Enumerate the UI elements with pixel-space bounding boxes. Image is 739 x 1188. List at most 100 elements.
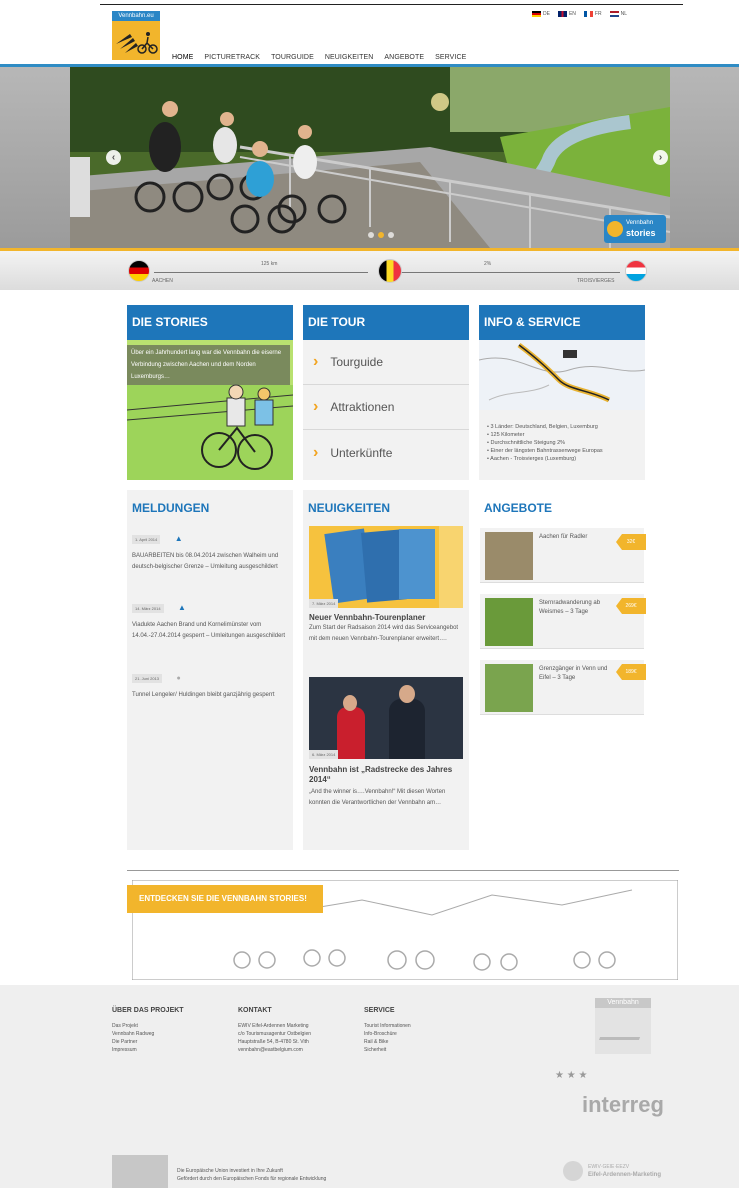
vennbahn-stories-badge[interactable]: Vennbahn stories [604, 215, 666, 243]
language-en[interactable]: EN [557, 11, 576, 17]
route-map[interactable] [478, 340, 646, 410]
meldung-item[interactable]: 14. März 2014 ▲ Viadukte Aachen Brand un… [132, 597, 287, 642]
news-image-award[interactable]: 6. März 2014 [309, 677, 463, 759]
tour-item-unterkuenfte[interactable]: › Unterkünfte [303, 430, 469, 475]
stories-badge-top: Vennbahn [626, 220, 654, 226]
nav-home[interactable]: HOME [172, 54, 193, 61]
tour-item-attraktionen[interactable]: › Attraktionen [303, 385, 469, 430]
stories-badge-bottom: stories [626, 228, 656, 238]
tour-panel: DIE TOUR › Tourguide › Attraktionen › Unter… [303, 305, 469, 480]
footer-link[interactable]: Das Projekt [112, 1022, 184, 1030]
news-headline[interactable]: Neuer Vennbahn-Tourenplaner [309, 613, 464, 622]
nav-service[interactable]: SERVICE [435, 54, 466, 61]
neuigkeiten-title: NEUIGKEITEN [308, 501, 391, 515]
info-bullet: • Aachen - Troisvierges (Luxemburg) [487, 456, 577, 462]
footer-link[interactable]: Impressum [112, 1046, 184, 1054]
news-image-tourenplaner[interactable]: 7. März 2014 [309, 526, 463, 608]
slider-dot[interactable] [388, 232, 394, 238]
warning-icon: ▲ [178, 603, 186, 612]
nl-flag-icon [609, 11, 619, 17]
hero-left-shade [0, 67, 70, 248]
angebot-item[interactable]: Sternradwanderung ab Weismes – 3 Tage 26… [480, 594, 646, 649]
discover-stories-button[interactable]: ENTDECKEN SIE DIE VENNBAHN STORIES! [127, 885, 323, 913]
main-navigation: HOME PICTURETRACK TOURGUIDE NEUIGKEITEN … [172, 54, 466, 61]
belgium-flag-icon [378, 259, 402, 283]
meldung-item[interactable]: 1. April 2014 ▲ BAUARBEITEN bis 08.04.20… [132, 528, 287, 573]
price-tag: 189€ [616, 664, 646, 680]
footer-link[interactable]: Die Partner [112, 1038, 184, 1046]
footer-projekt: ÜBER DAS PROJEKT Das Projekt Vennbahn Ra… [112, 1007, 184, 1054]
angebot-item[interactable]: Aachen für Radler 32€ [480, 528, 646, 583]
footer-link[interactable]: Vennbahn Radweg [112, 1030, 184, 1038]
nav-picturetrack[interactable]: PICTURETRACK [204, 54, 260, 61]
slider-next-button[interactable]: › [653, 150, 668, 165]
de-flag-icon [532, 11, 541, 17]
news-headline[interactable]: Vennbahn ist „Radstrecke des Jahres 2014… [309, 765, 464, 785]
chevron-left-icon: ‹ [111, 152, 116, 163]
footer-link[interactable]: Sicherheit [364, 1046, 411, 1054]
route-start: AACHEN [152, 278, 173, 284]
info-bullets: • 3 Länder: Deutschland, Belgien, Luxemb… [479, 415, 645, 463]
nav-tourguide[interactable]: TOURGUIDE [271, 54, 314, 61]
eu-flag-icon [112, 1155, 168, 1188]
angebot-image [485, 598, 533, 646]
chevron-right-icon: › [313, 443, 319, 461]
route-gradient: 2% [484, 261, 492, 267]
chevron-right-icon: › [313, 353, 319, 370]
footer-link[interactable]: Tourist Informationen [364, 1022, 411, 1030]
vennbahn-logo[interactable]: Vennbahn.eu [112, 11, 160, 60]
slider-dot-active[interactable] [378, 232, 384, 238]
stories-title[interactable]: DIE STORIES [127, 305, 293, 340]
route-line-left [154, 272, 368, 273]
angebot-item[interactable]: Grenzgänger in Venn und Eifel – 3 Tage 1… [480, 660, 646, 715]
tour-title[interactable]: DIE TOUR [303, 305, 469, 340]
germany-flag-icon [128, 260, 150, 282]
language-nl[interactable]: NL [609, 11, 627, 17]
interreg-logo[interactable]: ★ ★ ★ interreg [555, 1070, 685, 1130]
nav-angebote[interactable]: ANGEBOTE [384, 54, 424, 61]
tour-item-tourguide[interactable]: › Tourguide [303, 340, 469, 385]
nav-neuigkeiten[interactable]: NEUIGKEITEN [325, 54, 374, 61]
chevron-right-icon: › [313, 398, 319, 415]
section-divider [127, 870, 679, 871]
route-distance: 125 km [261, 261, 278, 267]
meldung-item[interactable]: 21. Juni 2013 ● Tunnel Lengeler/ Hulding… [132, 667, 287, 701]
language-de[interactable]: DE [532, 11, 550, 17]
info-title[interactable]: INFO & SERVICE [479, 305, 645, 340]
footer: ÜBER DAS PROJEKT Das Projekt Vennbahn Ra… [0, 985, 739, 1188]
footer-email-link[interactable]: vennbahn@eastbelgium.com [238, 1046, 311, 1054]
footer-link[interactable]: Info-Broschüre [364, 1030, 411, 1038]
angebot-image [485, 532, 533, 580]
stories-intro-text: Über ein Jahrhundert lang war die Vennba… [127, 345, 290, 385]
news-teaser: „And the winner is….Vennbahn!“ Mit diese… [309, 789, 446, 806]
info-circle-icon: ● [176, 675, 181, 682]
info-bullet: • Einer der längsten Bahntrassenwege Eur… [487, 448, 603, 454]
neuigkeiten-panel: NEUIGKEITEN 7. März 2014 Neuer Vennbahn-… [303, 490, 469, 850]
footer-service: SERVICE Tourist Informationen Info-Brosc… [364, 1007, 411, 1054]
hero-right-shade [670, 67, 739, 248]
slider-dot[interactable] [368, 232, 374, 238]
stars-icon: ★ ★ ★ [555, 1070, 588, 1081]
meldungen-title: MELDUNGEN [132, 501, 210, 515]
info-panel: INFO & SERVICE • 3 Länder: Deutschland, … [478, 305, 646, 480]
chevron-right-icon: › [658, 152, 663, 163]
meldungen-panel: MELDUNGEN 1. April 2014 ▲ BAUARBEITEN bi… [127, 490, 293, 850]
route-end: TROISVIERGES [577, 278, 615, 284]
ewiv-logo[interactable]: EWIV·GEIE·EEZV Eifel-Ardennen-Marketing [588, 1163, 661, 1179]
news-teaser: Zum Start der Radsaison 2014 wird das Se… [309, 625, 459, 642]
warning-icon: ▲ [174, 534, 183, 543]
route-bar: AACHEN TROISVIERGES 125 km 2% [0, 248, 739, 290]
fr-flag-icon [583, 11, 593, 17]
footer-link[interactable]: Rail & Bike [364, 1038, 411, 1046]
logo-text: Vennbahn.eu [112, 11, 160, 21]
price-tag: 32€ [616, 534, 646, 550]
price-tag: 269€ [616, 598, 646, 614]
language-fr[interactable]: FR [583, 11, 602, 17]
info-bullet: • Durchschnittliche Steigung 2% [487, 440, 566, 446]
eu-funding-text: Die Europäische Union investiert in Ihre… [177, 1168, 327, 1182]
footer-vennbahn-logo[interactable]: Vennbahn [595, 998, 651, 1054]
slider-prev-button[interactable]: ‹ [106, 150, 121, 165]
stories-panel[interactable]: DIE STORIES Über ein Jahrhundert lang wa… [127, 305, 293, 480]
ewiv-logo-icon [563, 1161, 583, 1181]
angebote-title: ANGEBOTE [484, 501, 553, 515]
